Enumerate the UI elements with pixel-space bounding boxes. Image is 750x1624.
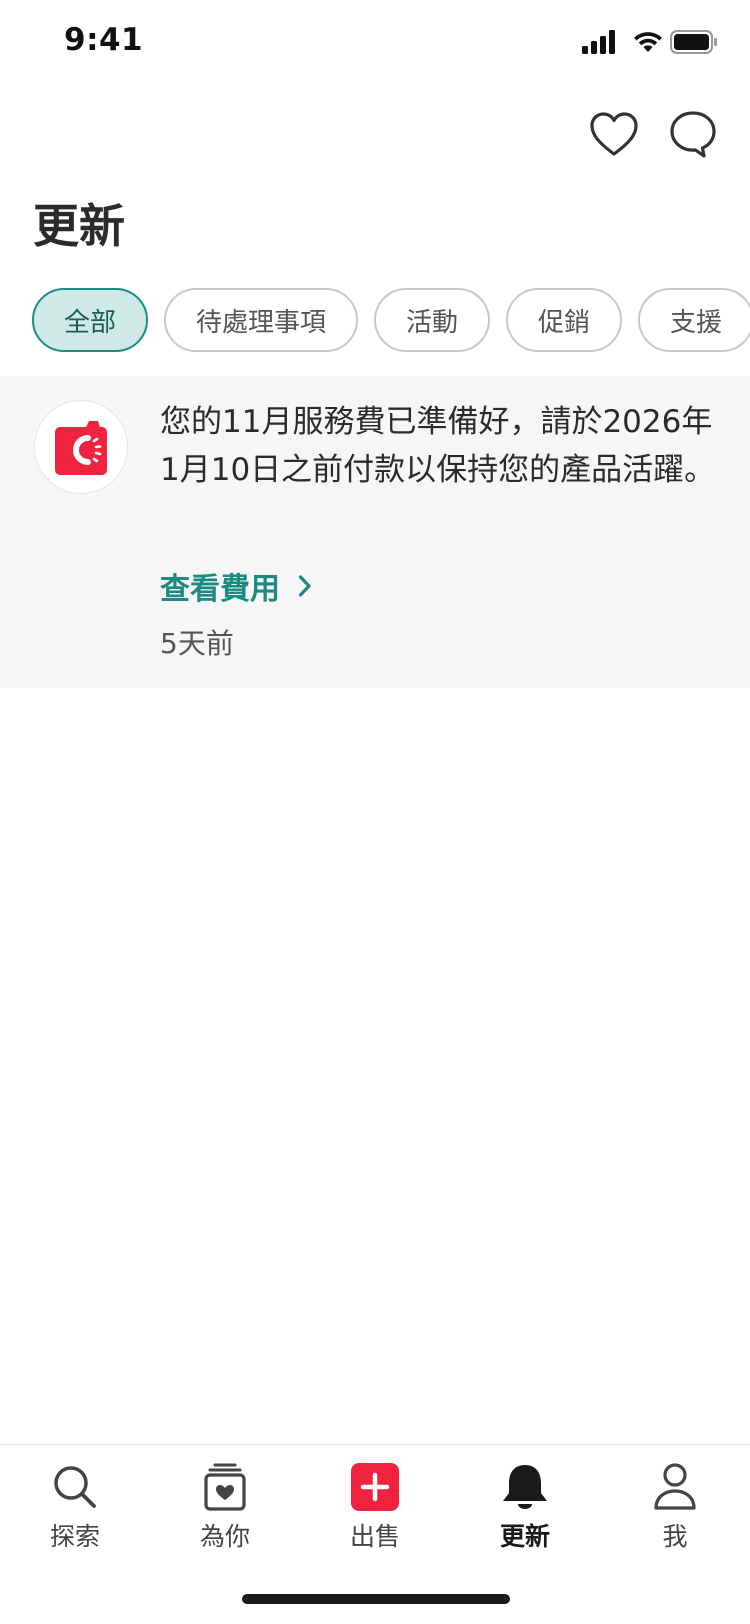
tab-me-label: 我 bbox=[662, 1522, 688, 1551]
notification-timestamp: 5天前 bbox=[160, 627, 234, 660]
for-you-icon bbox=[197, 1459, 253, 1515]
heart-icon bbox=[590, 112, 638, 156]
view-fees-link[interactable]: 查看費用 bbox=[160, 564, 312, 608]
sell-plus-icon bbox=[347, 1459, 403, 1515]
filter-chips: 全部 待處理事項 活動 促銷 支援 bbox=[32, 288, 750, 352]
tab-sell-label: 出售 bbox=[349, 1522, 400, 1551]
notification-message: 您的11月服務費已準備好，請於2026年1月10日之前付款以保持您的產品活躍。 bbox=[160, 404, 716, 488]
chevron-right-icon bbox=[298, 575, 311, 597]
tab-updates[interactable]: 更新 bbox=[470, 1459, 580, 1559]
status-time: 9:41 bbox=[64, 22, 144, 58]
bell-icon bbox=[497, 1459, 553, 1515]
filter-chip-all[interactable]: 全部 bbox=[32, 288, 148, 352]
filter-chip-pending[interactable]: 待處理事項 bbox=[164, 288, 358, 352]
favorites-button[interactable] bbox=[586, 106, 642, 162]
filter-chip-activity[interactable]: 活動 bbox=[374, 288, 490, 352]
messages-button[interactable] bbox=[665, 106, 721, 162]
wifi-icon bbox=[634, 32, 662, 52]
tab-for-you-label: 為你 bbox=[199, 1522, 250, 1551]
tab-sell[interactable]: 出售 bbox=[320, 1459, 430, 1559]
notification-app-avatar bbox=[34, 400, 128, 494]
filter-chip-support[interactable]: 支援 bbox=[638, 288, 750, 352]
home-indicator[interactable] bbox=[242, 1594, 510, 1604]
tab-for-you[interactable]: 為你 bbox=[170, 1459, 280, 1559]
tab-updates-label: 更新 bbox=[499, 1522, 550, 1551]
search-icon bbox=[47, 1459, 103, 1515]
carousell-logo-icon bbox=[55, 421, 107, 475]
notification-item[interactable]: 您的11月服務費已準備好，請於2026年1月10日之前付款以保持您的產品活躍。 … bbox=[0, 376, 750, 688]
profile-icon bbox=[647, 1459, 703, 1515]
filter-chip-promotion[interactable]: 促銷 bbox=[506, 288, 622, 352]
chat-bubble-icon bbox=[670, 111, 716, 158]
tab-explore[interactable]: 探索 bbox=[20, 1459, 130, 1559]
page-title: 更新 bbox=[33, 199, 125, 253]
tab-explore-label: 探索 bbox=[49, 1522, 100, 1551]
cellular-signal-icon bbox=[582, 30, 615, 54]
status-bar: 9:41 bbox=[0, 0, 750, 94]
view-fees-label: 查看費用 bbox=[160, 572, 280, 607]
battery-icon bbox=[670, 30, 717, 54]
tab-me[interactable]: 我 bbox=[620, 1459, 730, 1559]
